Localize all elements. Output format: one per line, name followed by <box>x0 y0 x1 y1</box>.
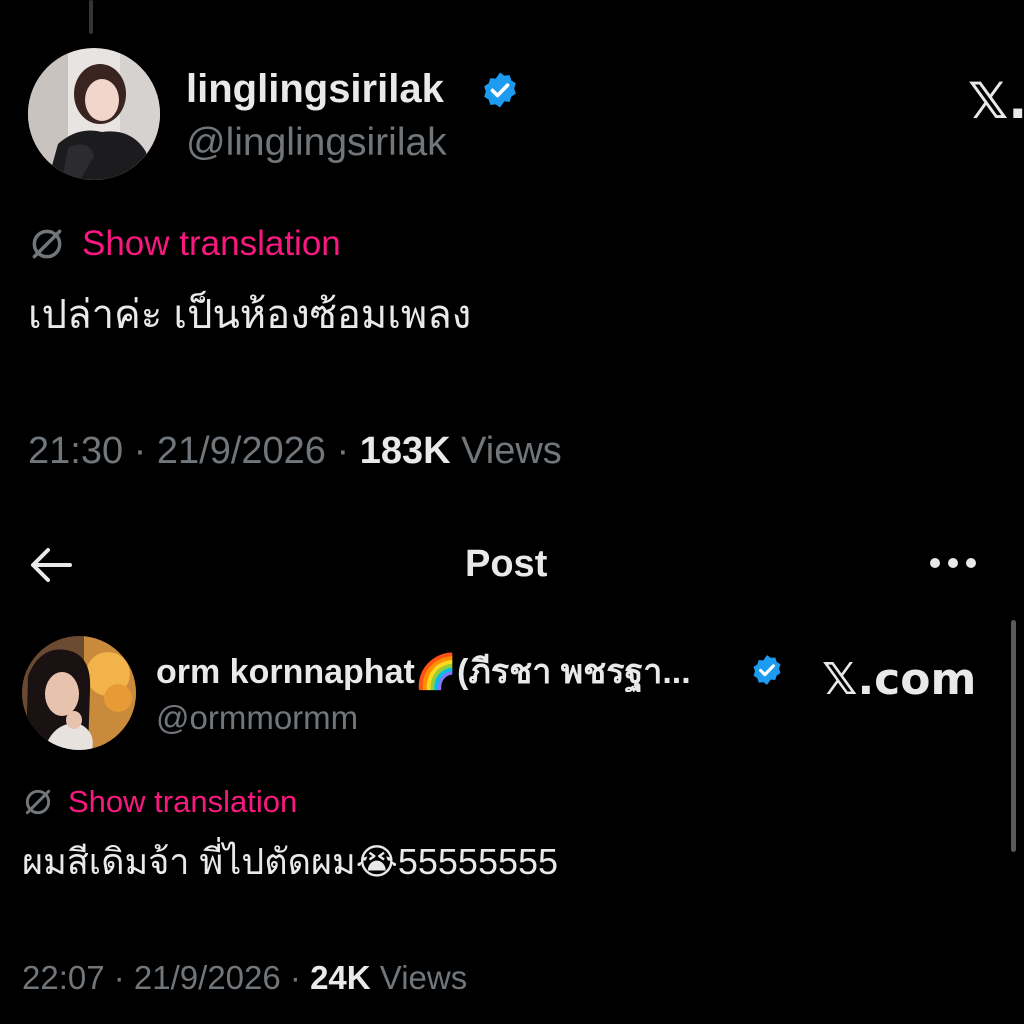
tweet-text: เปล่าค่ะ เป็นห้องซ้อมเพลง <box>28 293 472 337</box>
separator: · <box>123 430 157 472</box>
x-logo-icon: 𝕏. <box>968 72 1024 130</box>
show-translation-link[interactable]: Show translation <box>22 782 297 822</box>
handle[interactable]: @ormmormm <box>156 698 358 738</box>
verified-badge-icon <box>480 70 520 110</box>
separator: · <box>325 430 360 472</box>
tweet-metadata: 22:07 · 21/9/2026 · 24K Views <box>22 956 467 1000</box>
views-count: 24K <box>310 959 371 996</box>
avatar[interactable] <box>22 636 136 750</box>
verified-badge-icon <box>750 653 784 687</box>
x-logo-icon: 𝕏.com <box>822 654 977 705</box>
page-title: Post <box>465 543 548 585</box>
tweet-time[interactable]: 21:30 <box>28 430 123 472</box>
views-label: Views <box>450 430 562 472</box>
tweet-date[interactable]: 21/9/2026 <box>134 959 281 996</box>
scrollbar[interactable] <box>1011 620 1016 852</box>
handle[interactable]: @linglingsirilak <box>186 120 447 166</box>
tweet-text: ผมสีเดิมจ้า พี่ไปตัดผม😭55555555 <box>22 841 559 882</box>
display-name[interactable]: linglingsirilak <box>186 66 444 112</box>
show-translation-label[interactable]: Show translation <box>68 784 297 820</box>
tweet-date[interactable]: 21/9/2026 <box>157 430 326 472</box>
views-label: Views <box>370 959 468 996</box>
tweet-time[interactable]: 22:07 <box>22 959 105 996</box>
thread-connector-line <box>89 0 93 34</box>
more-options-icon[interactable] <box>926 552 980 574</box>
display-name[interactable]: orm kornnaphat🌈(ภีรชา พชรฐา... <box>156 652 752 692</box>
views-count: 183K <box>359 430 451 472</box>
separator: · <box>104 959 134 996</box>
tweet-metadata: 21:30 · 21/9/2026 · 183K Views <box>28 426 562 476</box>
translate-icon <box>28 225 66 263</box>
display-name-text[interactable]: orm kornnaphat🌈(ภีรชา พชรฐา... <box>156 653 691 691</box>
separator: · <box>280 959 311 996</box>
show-translation-link[interactable]: Show translation <box>28 222 341 266</box>
translate-icon <box>22 786 54 818</box>
avatar[interactable] <box>28 48 160 180</box>
back-arrow-icon[interactable] <box>26 542 76 588</box>
show-translation-label[interactable]: Show translation <box>82 224 341 264</box>
display-name-text[interactable]: linglingsirilak <box>186 67 444 111</box>
